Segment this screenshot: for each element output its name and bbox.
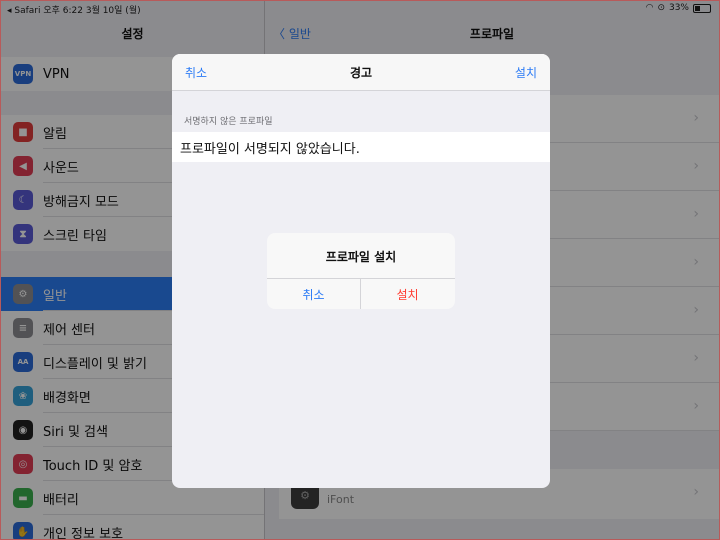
status-bar: ◂ Safari 오후 6:22 3월 10일 (월) ◠ ⊙ 33% — [1, 1, 719, 17]
status-right: ◠ ⊙ 33% — [646, 3, 711, 13]
section-text: 프로파일이 서명되지 않았습니다. — [180, 141, 360, 157]
alert-cancel-button[interactable]: 취소 — [267, 279, 360, 309]
battery-percent: 33% — [668, 3, 689, 13]
alert-title: 프로파일 설치 — [325, 250, 397, 264]
ipad-screen: ◂ Safari 오후 6:22 3월 10일 (월) ◠ ⊙ 33% 설정 V… — [0, 0, 720, 540]
battery-icon — [693, 3, 711, 13]
sheet-title: 경고 — [349, 66, 373, 80]
wifi-icon: ◠ — [645, 3, 654, 13]
sheet-install-button[interactable]: 설치 — [515, 64, 537, 81]
section-header: 서명하지 않은 프로파일 — [184, 117, 273, 127]
rotation-lock-icon: ⊙ — [657, 3, 665, 13]
status-left-text: ◂ Safari 오후 6:22 3월 10일 (월) — [7, 6, 141, 16]
battery-level — [695, 5, 700, 11]
sheet-nav: 취소 경고 설치 — [172, 54, 550, 91]
alert-install-button[interactable]: 설치 — [361, 279, 454, 309]
section-cell: 프로파일이 서명되지 않았습니다. — [172, 132, 550, 162]
install-alert: 프로파일 설치 취소 설치 — [267, 233, 455, 309]
